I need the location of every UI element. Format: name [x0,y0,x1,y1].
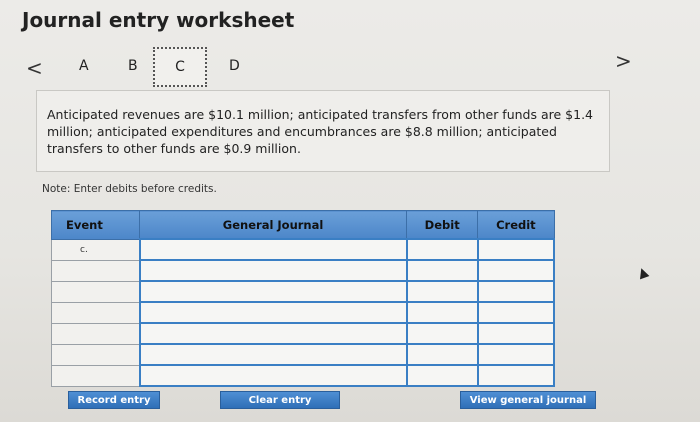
table-row [50,364,556,387]
event-cell: c. [50,238,141,261]
table-row: c. [50,238,556,261]
next-arrow-icon[interactable]: > [615,49,632,73]
general-journal-column-header: General Journal [139,210,408,240]
tab-d[interactable]: D [229,58,240,74]
tab-c-active[interactable]: C [153,47,207,87]
table-row [50,322,556,345]
table-row [50,259,556,282]
credit-input[interactable] [476,301,556,324]
credit-input[interactable] [476,280,556,303]
tab-b[interactable]: B [128,58,138,74]
entry-note: Note: Enter debits before credits. [42,183,217,195]
debit-input[interactable] [405,259,479,282]
credit-column-header: Credit [477,210,555,240]
previous-arrow-icon[interactable]: < [26,56,43,80]
record-entry-button[interactable]: Record entry [68,391,160,409]
credit-input[interactable] [476,259,556,282]
journal-account-input[interactable] [138,322,408,345]
event-cell [50,280,141,303]
table-row [50,343,556,366]
table-row [50,280,556,303]
debit-input[interactable] [405,322,479,345]
event-cell [50,259,141,282]
event-cell [50,322,141,345]
event-cell [50,364,141,387]
journal-account-input[interactable] [138,280,408,303]
table-row [50,301,556,324]
event-cell [50,343,141,366]
journal-account-input[interactable] [138,238,408,261]
view-general-journal-button[interactable]: View general journal [460,391,596,409]
credit-input[interactable] [476,364,556,387]
event-cell [50,301,141,324]
journal-account-input[interactable] [138,301,408,324]
credit-input[interactable] [476,322,556,345]
credit-input[interactable] [476,343,556,366]
debit-input[interactable] [405,364,479,387]
tab-a[interactable]: A [79,58,89,74]
mouse-cursor-icon [636,266,650,280]
event-column-header: Event [50,210,141,240]
journal-entry-table: Event General Journal Debit Credit c. [50,210,556,387]
page-title: Journal entry worksheet [22,8,295,32]
debit-input[interactable] [405,280,479,303]
credit-input[interactable] [476,238,556,261]
debit-input[interactable] [405,343,479,366]
debit-input[interactable] [405,301,479,324]
debit-column-header: Debit [406,210,479,240]
table-header-row: Event General Journal Debit Credit [50,210,555,240]
clear-entry-button[interactable]: Clear entry [220,391,340,409]
debit-input[interactable] [405,238,479,261]
journal-account-input[interactable] [138,259,408,282]
journal-account-input[interactable] [138,343,408,366]
transaction-description: Anticipated revenues are $10.1 million; … [36,90,610,172]
journal-account-input[interactable] [138,364,408,387]
